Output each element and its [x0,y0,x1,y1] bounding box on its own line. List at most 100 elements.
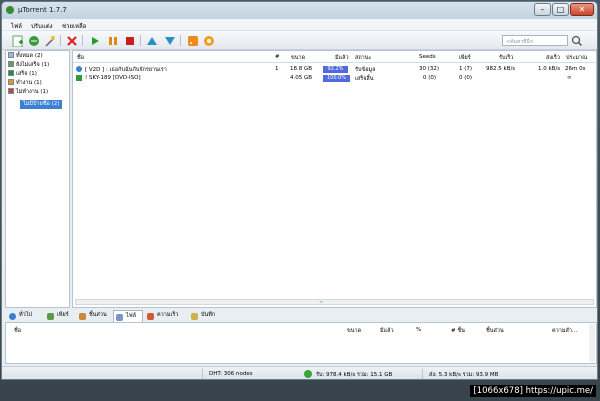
minimize-button[interactable]: – [534,3,551,16]
progress-bar: 92.2% [323,66,348,73]
create-torrent-icon[interactable] [43,34,56,47]
column-up-speed[interactable]: ส่งเร็ว [546,54,560,62]
search-icon[interactable] [570,34,583,47]
status-bar: DHT: 306 nodes รับ: 978.4 kB/s รวม: 15.1… [2,366,597,379]
preferences-icon[interactable] [202,34,215,47]
category-active[interactable]: ทำงาน (1) [8,79,42,88]
close-button[interactable]: ✕ [570,3,594,16]
peers-icon [47,313,54,320]
column-seeds[interactable]: Seeds [419,54,436,60]
completed-icon [8,70,14,76]
column-name[interactable]: ชื่อ [77,54,84,62]
torrent-name: [ V2D ] : เธอกับฉันกับจักรยานเรา [85,67,167,73]
files-column-done[interactable]: มีแล้ว [380,327,394,335]
column-status[interactable]: สถานะ [355,54,372,62]
category-completed[interactable]: เสร็จ (1) [8,70,37,79]
files-icon [116,314,123,321]
vertical-scrollbar[interactable] [589,324,595,362]
menu-file[interactable]: ไฟล์ [11,21,22,31]
toolbar-separator [82,35,83,46]
utorrent-window: µTorrent 1.7.7 – □ ✕ ไฟล์ ปรับแต่ง ช่วยเ… [1,1,598,380]
utorrent-logo-icon [6,6,14,14]
torrent-list-header: ชื่อ # ขนาด มีแล้ว สถานะ Seeds เพียร์ รั… [73,51,596,63]
column-number[interactable]: # [275,54,280,60]
move-down-icon[interactable] [163,34,176,47]
upload-status: ส่ง: 5.3 kB/s รวม: 93.9 MB [429,372,499,378]
toolbar-separator [60,35,61,46]
search-input[interactable]: <ค้นหาที่นี่> [502,35,568,46]
files-column-pieces[interactable]: ชิ้นส่วน [486,327,504,335]
torrent-name: ! SKY-189 [DVD-ISO] [85,75,141,81]
category-sidebar: ทั้งหมด (2) ยังไม่เสร็จ (1) เสร็จ (1) ทำ… [5,50,70,308]
category-all[interactable]: ทั้งหมด (2) [8,52,43,61]
table-row[interactable]: ! SKY-189 [DVD-ISO] 4.05 GB 100.0% เสร็จ… [73,74,596,83]
menu-bar: ไฟล์ ปรับแต่ง ช่วยเหลือ [2,19,597,31]
detail-tabs: ทั่วไป เพียร์ ชิ้นส่วน ไฟล์ ความเร็ว บัน… [5,310,597,322]
torrent-list: ชื่อ # ขนาด มีแล้ว สถานะ Seeds เพียร์ รั… [72,50,597,308]
tab-label: ทั่วไป [19,312,32,318]
torrent-status: เสร็จสิ้น [355,76,374,82]
toolbar-separator [140,35,141,46]
horizontal-scrollbar[interactable]: ≡ [75,299,594,305]
category-label: ทำงาน (1) [16,80,42,86]
download-status: รับ: 978.4 kB/s รวม: 15.1 GB [316,372,393,378]
torrent-peers: 1 (7) [459,66,473,72]
status-divider [422,369,423,379]
tab-pieces[interactable]: ชิ้นส่วน [77,310,107,322]
stop-icon[interactable] [123,34,136,47]
table-row[interactable]: [ V2D ] : เธอกับฉันกับจักรยานเรา 1 18.8 … [73,65,596,74]
active-icon [8,79,14,85]
pause-icon[interactable] [106,34,119,47]
files-column-pieces-count[interactable]: # ชิ้น [451,327,465,335]
remove-icon[interactable] [65,34,78,47]
tab-general[interactable]: ทั่วไป [7,310,32,322]
torrent-up-speed: 1.0 kB/s [538,66,561,72]
completed-status-icon [76,75,82,81]
toolbar: <ค้นหาที่นี่> [2,31,597,50]
column-size[interactable]: ขนาด [291,54,305,62]
column-peers[interactable]: เพียร์ [459,54,471,62]
menu-help[interactable]: ช่วยเหลือ [62,21,86,31]
add-url-icon[interactable] [27,34,40,47]
category-downloading[interactable]: ยังไม่เสร็จ (1) [8,61,49,70]
title-bar[interactable]: µTorrent 1.7.7 – □ ✕ [2,2,597,19]
column-done[interactable]: มีแล้ว [335,54,349,62]
scrollbar-grip-icon[interactable]: ≡ [316,300,326,304]
category-inactive[interactable]: ไม่ทำงาน (1) [8,88,48,97]
window-title: µTorrent 1.7.7 [18,6,67,14]
torrent-number: 1 [275,66,279,72]
toolbar-separator [180,35,181,46]
files-column-name[interactable]: ชื่อ [14,327,21,335]
dht-status: DHT: 306 nodes [209,371,253,377]
tab-label: บันทึก [201,312,216,318]
watermark-text: [1066x678] https://upic.me/ [470,385,596,397]
category-label: ไม่ทำงาน (1) [16,89,49,95]
tab-speed[interactable]: ความเร็ว [145,310,178,322]
torrent-size: 18.8 GB [290,66,313,72]
files-column-priority[interactable]: ความสำ... [552,327,577,335]
torrent-seeds: 0 (0) [423,75,437,81]
column-down-speed[interactable]: รับเร็ว [499,54,513,62]
logger-icon [191,313,198,320]
tab-peers[interactable]: เพียร์ [45,310,69,322]
rss-icon[interactable] [186,34,199,47]
files-column-size[interactable]: ขนาด [347,327,361,335]
menu-options[interactable]: ปรับแต่ง [31,21,53,31]
status-divider [202,369,203,379]
tab-logger[interactable]: บันทึก [189,310,215,322]
maximize-button[interactable]: □ [552,3,569,16]
category-no-label[interactable]: ไม่มีป้ายชื่อ (2) [20,100,63,109]
torrent-eta: 26m 0s [565,66,586,72]
torrent-status: รับข้อมูล [355,67,376,73]
speed-icon [147,313,154,320]
move-up-icon[interactable] [145,34,158,47]
files-column-percent[interactable]: % [416,327,421,333]
tab-files[interactable]: ไฟล์ [113,310,143,322]
tab-label: ไฟล์ [126,313,137,319]
add-torrent-icon[interactable] [11,34,24,47]
start-icon[interactable] [88,34,101,47]
info-icon [9,313,16,320]
column-eta[interactable]: ประมาณ [566,54,587,62]
inactive-icon [8,88,14,94]
tab-label: ความเร็ว [157,312,179,318]
